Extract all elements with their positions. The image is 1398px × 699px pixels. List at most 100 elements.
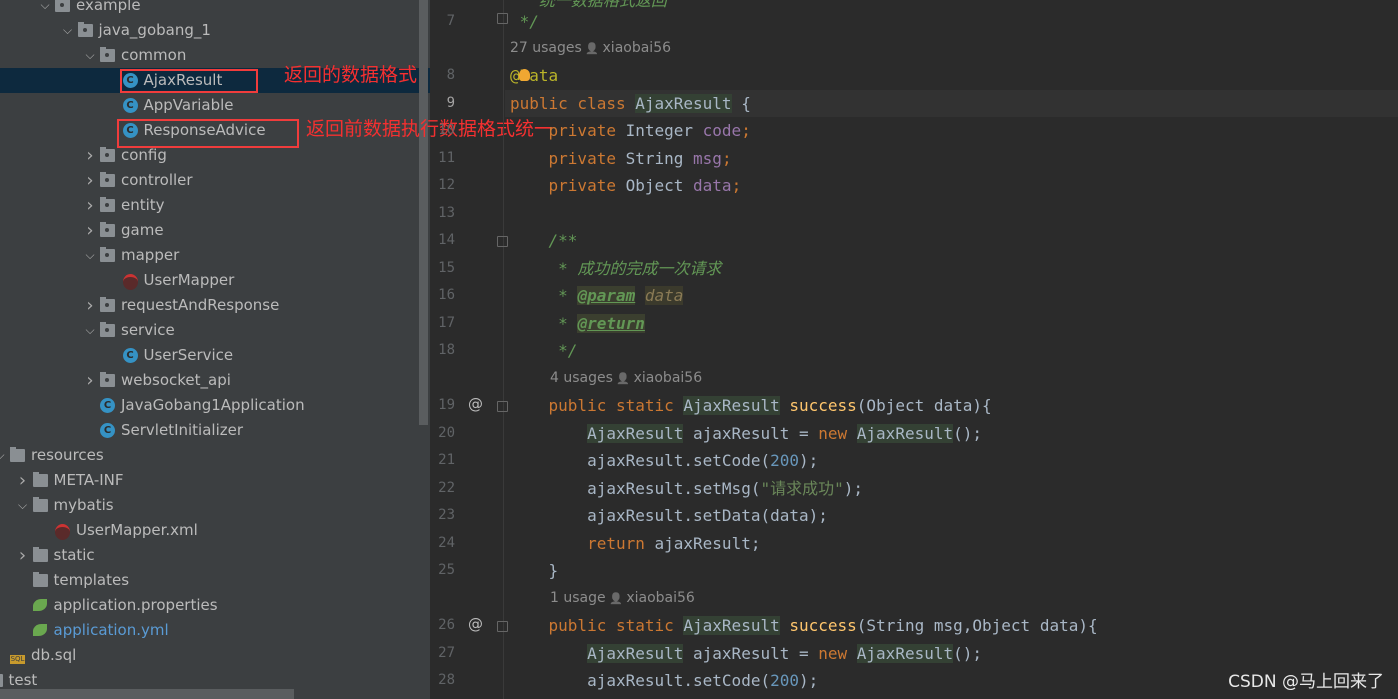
code-line[interactable]: ajaxResult.setData(data); [510, 502, 828, 529]
code-token: */ [510, 341, 578, 360]
code-line[interactable]: public static AjaxResult success(Object … [510, 392, 992, 419]
tree-item[interactable]: › game [0, 218, 430, 243]
code-line[interactable]: private Integer code; [510, 117, 751, 144]
tree-item[interactable]: › META-INF [0, 468, 430, 493]
code-line[interactable]: @Data [510, 62, 558, 89]
chevron-right-icon[interactable]: › [83, 368, 97, 393]
tree-item[interactable]: ⌵ mapper [0, 243, 430, 268]
chevron-down-icon[interactable]: ⌵ [83, 243, 97, 268]
code-line[interactable]: * 成功的完成一次请求 [510, 255, 721, 282]
code-token: success [789, 616, 857, 635]
code-line[interactable]: public class AjaxResult { [510, 90, 751, 117]
tree-item[interactable]: UserMapper [0, 268, 430, 293]
sidebar-horizontal-scrollbar[interactable] [0, 689, 294, 699]
sql-file-icon: SQL [10, 655, 25, 664]
tree-item-label: mybatis [53, 496, 114, 514]
code-token: new [818, 424, 857, 443]
code-token: AjaxResult [683, 396, 780, 415]
tree-item[interactable]: application.yml [0, 618, 430, 643]
fold-marker-icon[interactable] [497, 621, 508, 632]
code-token: AjaxResult [635, 94, 732, 113]
tree-item[interactable]: › entity [0, 193, 430, 218]
usages-count[interactable]: 27 usages [510, 40, 582, 56]
code-line[interactable]: private Object data; [510, 172, 742, 199]
chevron-down-icon[interactable]: ⌵ [16, 493, 30, 518]
code-token: AjaxResult [587, 644, 684, 663]
usages-count[interactable]: 1 usage [550, 590, 606, 606]
code-line[interactable]: /** [510, 227, 578, 254]
tree-item[interactable]: ⌵ java_gobang_1 [0, 18, 430, 43]
tree-item[interactable]: C UserService [0, 343, 430, 368]
code-line[interactable]: public static AjaxResult success(String … [510, 612, 1098, 639]
code-line[interactable]: * @param data [510, 282, 684, 309]
code-line[interactable]: AjaxResult ajaxResult = new AjaxResult()… [510, 640, 982, 667]
chevron-right-icon[interactable]: › [83, 168, 97, 193]
code-token: AjaxResult [587, 424, 684, 443]
tree-item[interactable]: SQL db.sql [0, 643, 430, 668]
usages-hint[interactable]: 1 usage 👤 xiaobai56 [550, 585, 695, 612]
code-token: ajaxResult.setCode( [510, 671, 771, 690]
code-token: ajaxResult.setData(data); [510, 506, 828, 525]
chevron-down-icon[interactable]: ⌵ [83, 43, 97, 68]
annotation-note-1: 返回的数据格式 [284, 64, 418, 86]
code-line[interactable]: */ [510, 8, 539, 35]
chevron-right-icon[interactable]: › [83, 218, 97, 243]
tree-item[interactable]: templates [0, 568, 430, 593]
code-token: Object [625, 176, 694, 195]
tree-item[interactable]: C ServletInitializer [0, 418, 430, 443]
fold-marker-icon[interactable] [497, 401, 508, 412]
tree-item[interactable]: ⌵ service [0, 318, 430, 343]
package-folder-icon [100, 172, 115, 187]
fold-marker-icon[interactable] [497, 236, 508, 247]
chevron-down-icon[interactable]: ⌵ [38, 0, 52, 18]
spring-config-icon [32, 624, 47, 636]
tree-item[interactable]: › requestAndResponse [0, 293, 430, 318]
tree-item-label: requestAndResponse [121, 296, 280, 314]
code-line[interactable]: private String msg; [510, 145, 732, 172]
chevron-down-icon[interactable]: ⌵ [83, 318, 97, 343]
code-line[interactable]: */ [510, 337, 577, 364]
code-token: AjaxResult [856, 424, 954, 443]
code-line[interactable]: return ajaxResult; [510, 530, 760, 557]
code-line[interactable]: } [510, 557, 559, 584]
code-line[interactable]: ajaxResult.setMsg("请求成功"); [510, 475, 863, 502]
code-token: { [731, 94, 751, 113]
tree-item-label: templates [53, 571, 130, 589]
tree-item[interactable]: ⌵ example [0, 0, 430, 18]
code-line[interactable]: ajaxResult.setCode(200); [510, 667, 818, 694]
code-token: data [693, 176, 732, 195]
chevron-right-icon[interactable]: › [83, 293, 97, 318]
tree-item[interactable]: C JavaGobang1Application [0, 393, 430, 418]
package-folder-icon [100, 247, 115, 262]
usages-count[interactable]: 4 usages [550, 370, 613, 386]
code-line[interactable]: * @return [510, 310, 645, 337]
package-folder-icon [100, 47, 115, 62]
tree-item[interactable]: UserMapper.xml [0, 518, 430, 543]
implements-gutter-icon[interactable]: @ [468, 615, 483, 633]
chevron-right-icon[interactable]: › [83, 143, 97, 168]
usages-hint[interactable]: 4 usages 👤 xiaobai56 [550, 365, 702, 392]
chevron-down-icon[interactable]: ⌵ [61, 18, 75, 43]
mybatis-icon [55, 524, 70, 540]
chevron-right-icon[interactable]: › [16, 468, 30, 493]
tree-item[interactable]: › static [0, 543, 430, 568]
lightbulb-icon[interactable] [519, 69, 530, 81]
tree-item[interactable]: application.properties [0, 593, 430, 618]
tree-item[interactable]: ⌵ resources [0, 443, 430, 468]
code-line[interactable]: ajaxResult.setCode(200); [510, 447, 818, 474]
chevron-right-icon[interactable]: › [83, 193, 97, 218]
chevron-down-icon[interactable]: ⌵ [0, 443, 7, 468]
tree-item-label: static [53, 546, 95, 564]
usages-hint[interactable]: 27 usages 👤 xiaobai56 [510, 35, 671, 62]
tree-item[interactable]: › controller [0, 168, 430, 193]
sidebar-vertical-scrollbar[interactable] [419, 0, 428, 425]
fold-marker-icon[interactable] [497, 13, 508, 24]
code-line[interactable]: AjaxResult ajaxResult = new AjaxResult()… [510, 420, 982, 447]
tree-item[interactable]: ⌵ mybatis [0, 493, 430, 518]
chevron-right-icon[interactable]: › [16, 543, 30, 568]
tree-item[interactable]: › websocket_api [0, 368, 430, 393]
java-class-icon: C [122, 348, 138, 363]
code-token: ajaxResult.setCode( [510, 451, 771, 470]
implements-gutter-icon[interactable]: @ [468, 395, 483, 413]
